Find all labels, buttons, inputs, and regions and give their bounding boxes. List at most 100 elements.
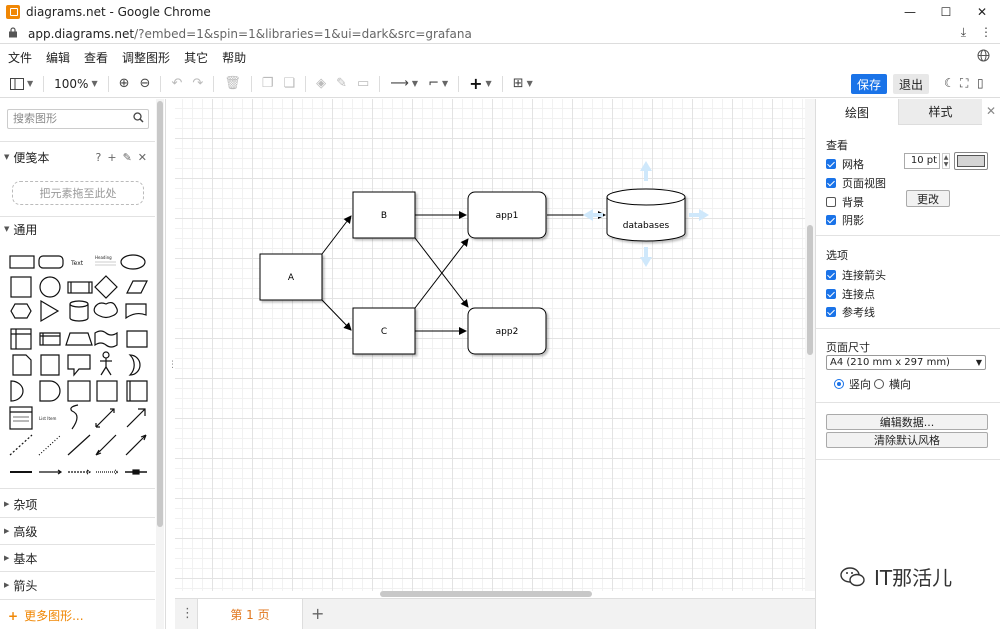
format-panel: 绘图 样式 ✕ 查看 网格 10 pt ▲ ▼ 页面视图 背景 更改 阴影 选项 … [815,99,1000,629]
menu-help[interactable]: 帮助 [222,49,246,66]
advanced-section-header[interactable]: ▶ 高级 [0,522,155,540]
page-tabs-bar: ⋮ 第 1 页 + [175,598,815,629]
sidebar-scroll-thumb[interactable] [157,101,163,527]
shape-vertical-container [126,380,148,402]
collapse-panel-icon[interactable]: ▯ [977,76,984,90]
format-panel-toggle-icon[interactable]: ▼ [10,77,33,90]
fullscreen-icon[interactable]: ⛶ [960,76,968,91]
change-background-button[interactable]: 更改 [906,190,950,207]
edge-a-b [321,215,352,255]
background-checkbox[interactable]: 背景 [826,194,864,210]
shape-half-circle [10,380,24,402]
grid-color-swatch[interactable] [954,152,988,170]
undo-icon[interactable]: ↶ [171,76,182,91]
table-icon[interactable]: ⊞ ▼ [513,76,533,91]
connection-arrows-checkbox[interactable]: 连接箭头 [826,267,886,283]
general-section-header[interactable]: ▼ 通用 [0,220,155,238]
shadow-checkbox[interactable]: 阴影 [826,212,864,228]
landscape-radio[interactable]: 横向 [874,376,911,392]
scratchpad-add-icon[interactable]: + [107,151,116,164]
to-front-icon[interactable]: ❐ [262,76,274,91]
menu-view[interactable]: 查看 [84,49,108,66]
shape-delay [39,380,61,402]
connection-style-icon[interactable]: ⟶ ▼ [390,76,418,91]
shape-tape [94,330,118,348]
shadow-icon[interactable]: ▭ [357,76,369,91]
basic-section-header[interactable]: ▶ 基本 [0,549,155,567]
guides-checkbox[interactable]: 参考线 [826,304,875,320]
shape-arrow-line [125,434,147,456]
view-section-title: 查看 [826,139,848,152]
redo-icon[interactable]: ↷ [192,76,203,91]
shape-search-input[interactable]: 搜索图形 [7,109,149,129]
save-button[interactable]: 保存 [851,74,887,94]
browser-menu-icon[interactable]: ⋮ [980,25,992,40]
delete-icon[interactable]: 🗑 [224,76,241,91]
arrows-section-header[interactable]: ▶ 箭头 [0,576,155,594]
fill-color-icon[interactable]: ◈ [316,76,326,91]
connection-points-checkbox[interactable]: 连接点 [826,286,875,302]
diagram-canvas[interactable]: A B C app1 app2 databases [175,99,805,591]
waypoints-icon[interactable]: ⌐ ▼ [428,76,448,91]
zoom-out-icon[interactable]: ⊖ [140,76,151,91]
node-b-label: B [381,211,387,221]
shape-cloud [93,301,118,319]
menubar: 文件 编辑 查看 调整图形 其它 帮助 [0,45,1000,69]
insert-plus-icon[interactable]: + ▼ [469,74,492,93]
shape-rectangle [9,255,35,269]
misc-section-header[interactable]: ▶ 杂项 [0,495,155,513]
scratchpad-close-icon[interactable]: ✕ [138,151,147,164]
lock-icon[interactable] [8,26,22,41]
scratchpad-help-icon[interactable]: ? [96,151,102,164]
page-size-select[interactable]: A4 (210 mm x 297 mm) ▼ [826,355,986,370]
shape-dotted-connector [96,469,120,475]
general-shape-palette[interactable]: Text Heading List Item [6,249,156,481]
edit-data-button[interactable]: 编辑数据... [826,414,988,430]
scratchpad-edit-icon[interactable]: ✎ [123,151,132,164]
add-page-icon[interactable]: + [311,604,324,623]
page-view-checkbox[interactable]: 页面视图 [826,175,886,191]
grid-checkbox[interactable]: 网格 [826,156,864,172]
tab-style[interactable]: 样式 [898,99,982,125]
clear-default-style-button[interactable]: 清除默认风格 [826,432,988,448]
watermark: IT那活儿 [840,562,952,591]
pages-menu-icon[interactable]: ⋮ [181,606,194,621]
collapsed-arrow-icon: ▶ [4,527,10,535]
page-size-title: 页面尺寸 [826,341,870,354]
url-text[interactable]: app.diagrams.net/?embed=1&spin=1&librari… [28,27,472,41]
canvas-vertical-scroll-thumb[interactable] [807,225,813,355]
search-icon[interactable] [133,111,144,129]
address-bar[interactable]: app.diagrams.net/?embed=1&spin=1&librari… [0,24,1000,44]
shape-parallelogram [126,280,148,294]
grid-size-stepper[interactable]: ▲ ▼ [942,153,950,169]
menu-extras[interactable]: 其它 [184,49,208,66]
shape-dashed-line [9,434,33,456]
menu-file[interactable]: 文件 [8,49,32,66]
shape-trapezoid [65,332,93,346]
connect-left-arrow-icon [583,209,603,221]
canvas-horizontal-scroll-thumb[interactable] [380,591,592,597]
scratchpad-drop-zone[interactable]: 把元素拖至此处 [12,181,144,205]
shape-dashed-connector [68,469,92,475]
zoom-in-icon[interactable]: ⊕ [119,76,130,91]
maximize-icon[interactable]: ☐ [928,0,964,24]
portrait-radio[interactable]: 竖向 [834,376,871,392]
scratchpad-header[interactable]: ▼ 便笺本 ? + ✎ ✕ [0,148,155,166]
zoom-select[interactable]: 100% ▼ [54,77,97,91]
line-color-icon[interactable]: ✎ [336,76,347,91]
tab-page-1[interactable]: 第 1 页 [197,599,303,629]
minimize-icon[interactable]: — [892,0,928,24]
install-app-icon[interactable]: ⤓ [961,25,966,40]
dark-mode-icon[interactable]: ☾ [944,76,955,90]
exit-button[interactable]: 退出 [893,74,929,94]
to-back-icon[interactable]: ❏ [283,76,295,91]
menu-edit[interactable]: 编辑 [46,49,70,66]
language-globe-icon[interactable] [977,49,990,66]
more-shapes-link[interactable]: + 更多图形... [8,607,84,624]
menu-arrange[interactable]: 调整图形 [122,49,170,66]
tab-diagram[interactable]: 绘图 [816,99,898,125]
close-icon[interactable]: ✕ [964,0,1000,24]
close-panel-icon[interactable]: ✕ [986,104,996,118]
window-titlebar: diagrams.net - Google Chrome — ☐ ✕ [0,0,1000,24]
grid-size-input[interactable]: 10 pt [904,153,940,169]
